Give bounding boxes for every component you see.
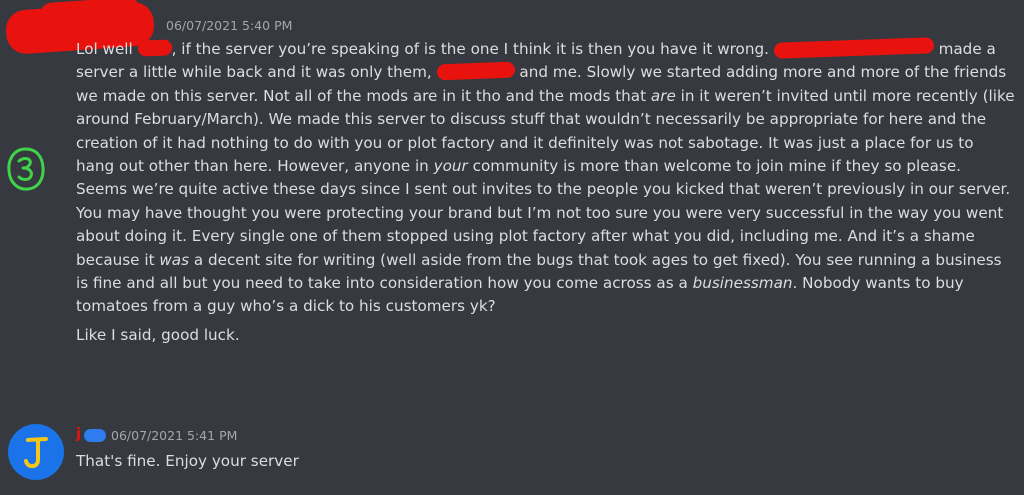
avatar-letter-j-icon [24,437,48,469]
message-body: That's fine. Enjoy your server [76,450,1016,473]
message-paragraph-1: Lol well , if the server you’re speaking… [76,37,1016,319]
message-body: Lol well , if the server you’re speaking… [76,37,1016,347]
message-group-1: 06/07/2021 5:40 PM Lol well , if the ser… [0,0,1024,410]
redaction-mark [773,37,934,59]
message-timestamp[interactable]: 06/07/2021 5:41 PM [111,428,237,443]
message-paragraph-2: Like I said, good luck. [76,325,240,344]
redaction-mark [137,39,172,57]
message-group-2: j 06/07/2021 5:41 PM That's fine. Enjoy … [0,418,1024,495]
redacted-username [84,429,106,442]
redaction-mark [436,62,515,81]
chat-view: 06/07/2021 5:40 PM Lol well , if the ser… [0,0,1024,495]
message-text: That's fine. Enjoy your server [76,452,299,470]
message-timestamp[interactable]: 06/07/2021 5:40 PM [166,18,292,33]
avatar[interactable] [8,424,64,480]
handwritten-3-circle-icon [7,147,45,191]
username[interactable]: j [76,426,81,442]
